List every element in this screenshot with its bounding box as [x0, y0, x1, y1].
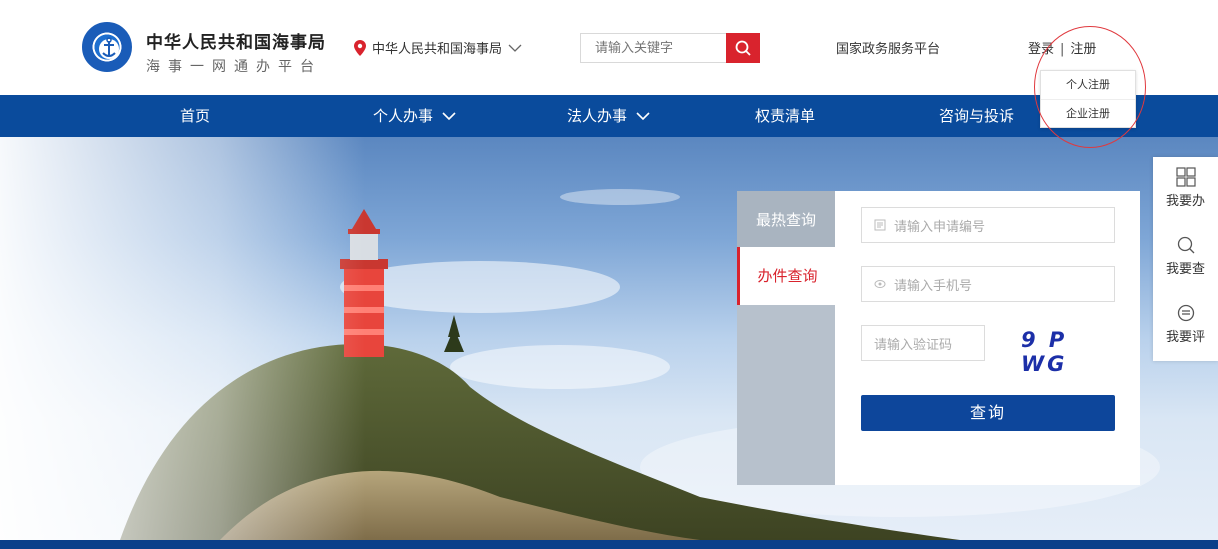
chevron-down-icon [508, 44, 522, 52]
phone-field[interactable]: 请输入手机号 [861, 266, 1115, 302]
search-button[interactable] [726, 33, 760, 63]
side-float-menu: 我要办 我要查 我要评 [1153, 157, 1218, 361]
application-no-placeholder: 请输入申请编号 [894, 219, 986, 235]
login-link[interactable]: 登录 [1028, 42, 1054, 57]
grid-icon [1175, 167, 1196, 187]
register-personal-option[interactable]: 个人注册 [1041, 71, 1135, 99]
search-icon [735, 40, 751, 56]
map-pin-icon [354, 39, 366, 56]
site-header: 中华人民共和国海事局 海事一网通办平台 中华人民共和国海事局 国家政务服务平台 … [0, 0, 1218, 95]
nav-label: 首页 [180, 107, 211, 125]
chevron-down-icon [636, 112, 650, 121]
nav-label: 个人办事 [373, 107, 434, 125]
side-item-review[interactable]: 我要评 [1153, 303, 1218, 345]
tab-case-query[interactable]: 办件查询 [737, 247, 835, 305]
tab-hot-query[interactable]: 最热查询 [737, 191, 835, 249]
nav-item-home[interactable]: 首页 [180, 95, 210, 137]
eye-icon [874, 280, 886, 288]
side-label: 我要查 [1165, 262, 1205, 277]
captcha-placeholder: 请输入验证码 [874, 337, 953, 353]
nav-label: 权责清单 [755, 107, 816, 125]
comment-icon [1177, 304, 1194, 322]
captcha-text: 9 P WG [1021, 328, 1068, 376]
query-panel: 最热查询 办件查询 请输入申请编号 请输入手机号 请输入验证码 9 P WG 查… [737, 191, 1140, 485]
captcha-image[interactable]: 9 P WG [1021, 328, 1115, 376]
side-label: 我要办 [1165, 194, 1205, 209]
search-box [580, 33, 760, 63]
auth-links: 登录 | 注册 [1028, 38, 1096, 57]
side-item-search[interactable]: 我要查 [1153, 235, 1218, 277]
site-subtitle: 海事一网通办平台 [146, 59, 322, 75]
phone-placeholder: 请输入手机号 [894, 278, 973, 294]
msa-logo[interactable] [82, 22, 132, 72]
site-title: 中华人民共和国海事局 [146, 33, 326, 53]
register-enterprise-option[interactable]: 企业注册 [1041, 99, 1135, 127]
search-input[interactable] [581, 34, 721, 62]
nav-label: 咨询与投诉 [939, 107, 1015, 125]
nav-item-consult[interactable]: 咨询与投诉 [939, 95, 1014, 137]
application-no-field[interactable]: 请输入申请编号 [861, 207, 1115, 243]
chevron-down-icon [442, 112, 456, 121]
register-dropdown: 个人注册 企业注册 [1040, 70, 1136, 128]
search-icon [1177, 236, 1194, 254]
gov-platform-link[interactable]: 国家政务服务平台 [836, 38, 940, 57]
query-tabs: 最热查询 办件查询 [737, 191, 835, 485]
side-label: 我要评 [1165, 330, 1205, 345]
document-icon [874, 219, 886, 231]
register-link[interactable]: 注册 [1070, 42, 1096, 57]
anchor-icon [99, 37, 119, 59]
nav-label: 法人办事 [567, 107, 628, 125]
location-selector[interactable]: 中华人民共和国海事局 [354, 38, 522, 57]
nav-item-rights-list[interactable]: 权责清单 [755, 95, 815, 137]
captcha-field[interactable]: 请输入验证码 [861, 325, 985, 361]
side-item-apply[interactable]: 我要办 [1153, 167, 1218, 209]
auth-separator: | [1060, 42, 1065, 57]
query-submit-button[interactable]: 查询 [861, 395, 1115, 431]
footer-strip [0, 540, 1218, 549]
location-label: 中华人民共和国海事局 [372, 42, 503, 57]
main-nav: 首页 个人办事 法人办事 权责清单 咨询与投诉 [0, 95, 1218, 137]
nav-item-personal[interactable]: 个人办事 [373, 95, 456, 137]
nav-item-corporate[interactable]: 法人办事 [567, 95, 650, 137]
